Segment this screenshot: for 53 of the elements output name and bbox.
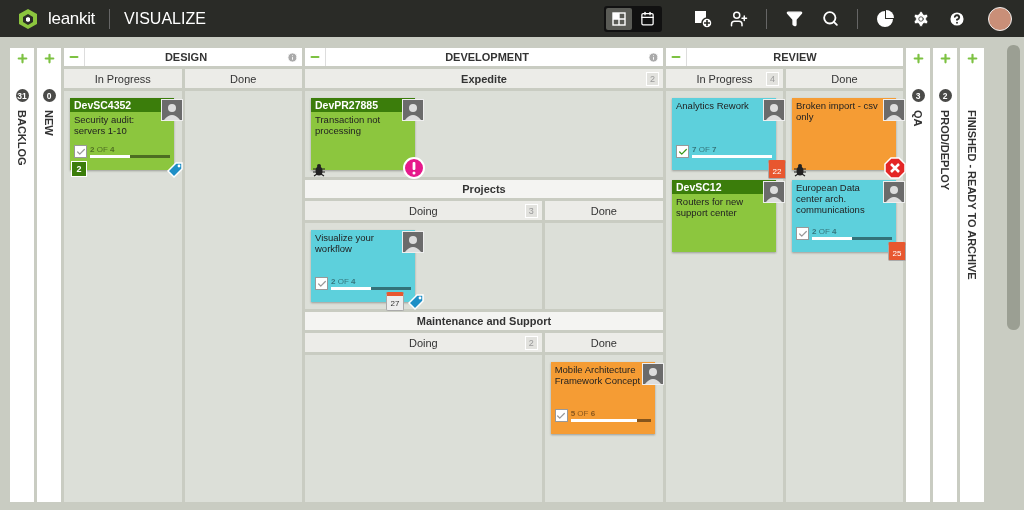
card-size: 2 (71, 161, 87, 177)
card-count: 3 (524, 204, 538, 218)
column-header: Doing 2 (305, 333, 542, 352)
card-count: 3 (911, 89, 925, 102)
card-count: 0 (42, 89, 56, 102)
column-header: Expedite 2 (305, 69, 663, 88)
card-count: 2 (524, 336, 538, 350)
card[interactable]: Mobile Architecture Framework Concept 5 OF 6 (550, 362, 655, 434)
card-title: Routers for new support center (675, 195, 745, 218)
progress-count: 2 OF 4 (331, 277, 357, 286)
card[interactable]: DevSC12 Routers for new support center (672, 180, 776, 252)
column-header: Done (786, 69, 903, 88)
column-header: Done (544, 333, 663, 352)
progress-count: 5 OF 6 (570, 409, 597, 418)
card-title: Broken import - csv only (795, 99, 879, 122)
column-header: Done (184, 69, 302, 88)
column-header: In Progress 4 (666, 69, 783, 88)
lane-title[interactable]: BACKLOG (16, 110, 28, 166)
progress-count: 2 OF 4 (90, 145, 116, 154)
card[interactable]: DevPR27885 Transaction not processing (311, 98, 415, 170)
card-count: 31 (15, 89, 29, 102)
card[interactable]: Broken import - csv only (792, 98, 896, 170)
card-title: Visualize your workflow (314, 231, 375, 254)
progress-count: 7 OF 7 (692, 145, 718, 154)
column-header: Done (544, 201, 663, 220)
card-count: 2 (938, 89, 952, 102)
lane-title: DESIGN (163, 51, 209, 63)
lane-title[interactable]: QA (912, 110, 924, 127)
due-date: 25 (888, 242, 906, 261)
brand-name: leankit (48, 8, 96, 29)
column-header: Doing 3 (305, 201, 542, 220)
board-title: VISUALIZE (124, 9, 206, 28)
lane-title: REVIEW (772, 51, 818, 63)
sublane-title: Projects (305, 180, 663, 198)
lane-title[interactable]: NEW (43, 110, 55, 136)
column-header: In Progress (64, 69, 182, 88)
lane-title[interactable]: PROD/DEPLOY (939, 110, 951, 191)
progress-count: 2 OF 4 (812, 227, 838, 236)
card-title: Mobile Architecture Framework Concept (553, 363, 642, 386)
due-date: 22 (768, 160, 786, 179)
card-count: 2 (646, 72, 659, 86)
card-title: European Data center arch. communications (795, 181, 866, 215)
due-date: 27 (386, 292, 404, 311)
lane-title: DEVELOPMENT (444, 51, 530, 63)
card-title: Security audit: servers 1-10 (73, 113, 136, 136)
card[interactable]: European Data center arch. communications 2 OF 4 (792, 180, 896, 252)
sublane-title: Maintenance and Support (305, 312, 663, 330)
card-title: Analytics Rework (675, 99, 750, 111)
card-count: 4 (766, 72, 779, 86)
card[interactable]: Visualize your workflow 2 OF 4 (311, 230, 415, 302)
lane-title[interactable]: FINISHED - READY TO ARCHIVE (966, 110, 978, 280)
card[interactable]: Analytics Rework 7 OF 7 (672, 98, 776, 170)
card-title: Transaction not processing (314, 113, 382, 136)
